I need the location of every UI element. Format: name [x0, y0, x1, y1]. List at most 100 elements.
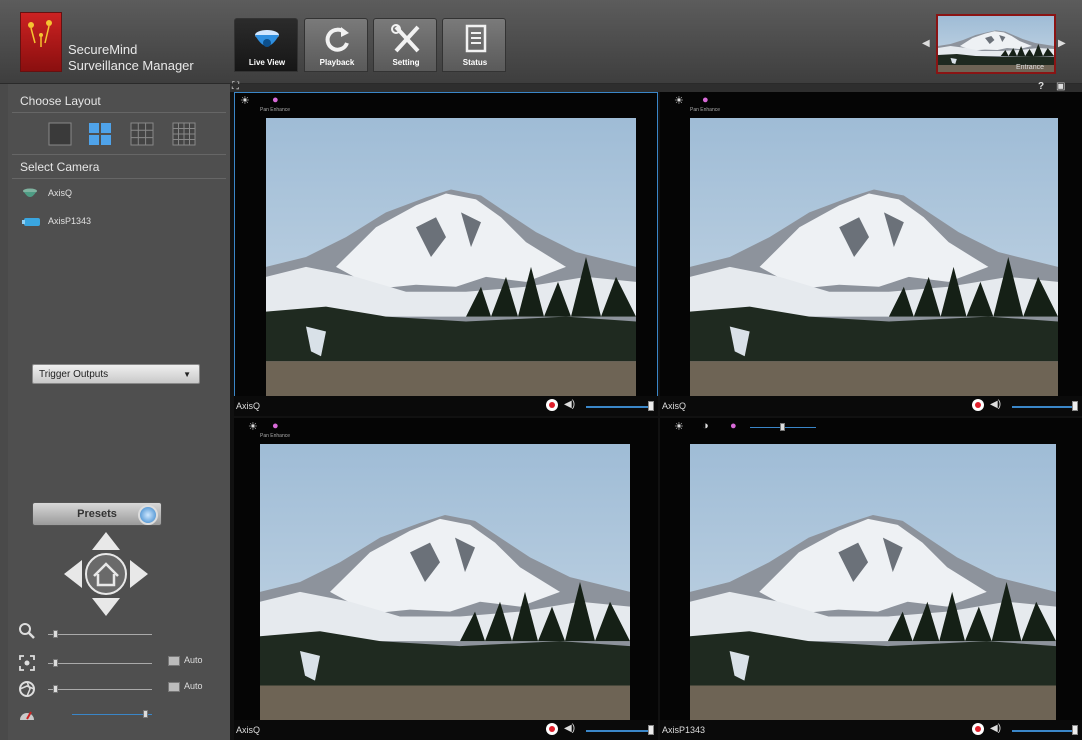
pane-status-bar: AxisQ ◀): [234, 720, 658, 740]
focus-slider-row: Auto: [18, 654, 218, 674]
video-pane-4[interactable]: ☀ ◑ ● AxisP1343 ◀): [660, 418, 1082, 740]
volume-slider-track[interactable]: [1012, 406, 1076, 408]
live-view-area: ⛶ ? ▣ ☀ ● Pan Enhance AxisQ ◀) ☀ ● Pan E…: [230, 81, 1082, 740]
layout-2x2-icon[interactable]: [88, 122, 112, 146]
focus-icon: [19, 655, 35, 671]
camera-label: AxisQ: [48, 188, 73, 198]
pane-tag: Pan Enhance: [690, 107, 721, 113]
focus-slider-thumb[interactable]: [52, 659, 58, 667]
video-pane-1[interactable]: ☀ ● Pan Enhance AxisQ ◀): [234, 92, 658, 416]
window-toggle-icon[interactable]: ▣: [1056, 81, 1065, 92]
volume-icon[interactable]: ◀): [564, 723, 575, 734]
iris-auto-label: Auto: [184, 681, 203, 691]
focus-auto-checkbox[interactable]: [168, 656, 180, 666]
brightness-icon[interactable]: ☀: [240, 94, 250, 107]
camera-heading: Select Camera: [20, 160, 100, 174]
speed-slider-thumb[interactable]: [143, 710, 149, 718]
layout-4x4-icon[interactable]: [172, 122, 196, 146]
pane-camera-name: AxisP1343: [662, 725, 706, 735]
divider: [12, 112, 226, 113]
volume-slider-thumb[interactable]: [648, 401, 654, 411]
trigger-select-value: Trigger Outputs: [39, 369, 109, 380]
focus-auto-label: Auto: [184, 655, 203, 665]
volume-slider-track[interactable]: [586, 730, 652, 732]
iris-slider-thumb[interactable]: [52, 685, 58, 693]
bullet-camera-icon: [22, 218, 40, 226]
color-icon[interactable]: ●: [272, 94, 279, 106]
right-arrow-icon[interactable]: [130, 560, 148, 588]
video-pane-2[interactable]: ☀ ● Pan Enhance AxisQ ◀): [660, 92, 1082, 416]
volume-slider-track[interactable]: [586, 406, 652, 408]
main-toolbar: ⛶ ? ▣: [230, 81, 1082, 92]
brand-logo: [20, 12, 62, 72]
left-arrow-icon[interactable]: ◀: [922, 38, 930, 49]
volume-icon[interactable]: ◀): [990, 399, 1001, 410]
tab-label: Playback: [319, 58, 355, 67]
help-icon[interactable]: ?: [1038, 81, 1044, 92]
speed-slider-row: [18, 706, 218, 726]
brightness-icon[interactable]: ☀: [674, 420, 684, 433]
left-arrow-icon[interactable]: [64, 560, 82, 588]
down-arrow-icon[interactable]: [92, 598, 120, 616]
pane-camera-name: AxisQ: [236, 725, 261, 735]
volume-slider-thumb[interactable]: [1072, 401, 1078, 411]
tab-status[interactable]: Status: [442, 18, 506, 72]
zoom-icon: [19, 623, 35, 639]
camera-item-axisp1343[interactable]: AxisP1343: [22, 216, 222, 230]
volume-slider-thumb[interactable]: [1072, 725, 1078, 735]
dome-camera-icon: [23, 188, 37, 197]
volume-icon[interactable]: ◀): [990, 723, 1001, 734]
video-pane-3[interactable]: ☀ ● Pan Enhance AxisQ ◀): [234, 418, 658, 740]
home-icon[interactable]: [85, 553, 127, 595]
chevron-down-icon: ▼: [183, 370, 191, 379]
speedometer-icon: [20, 711, 34, 720]
volume-slider-thumb[interactable]: [648, 725, 654, 735]
color-slider-thumb[interactable]: [780, 423, 785, 431]
camera-feed: [260, 444, 630, 720]
zoom-slider-thumb[interactable]: [52, 630, 58, 638]
record-icon[interactable]: [546, 723, 558, 735]
brightness-icon[interactable]: ☀: [248, 420, 258, 433]
color-icon[interactable]: ●: [272, 420, 279, 432]
zoom-slider-track[interactable]: [48, 634, 152, 635]
record-icon[interactable]: [972, 723, 984, 735]
volume-slider-track[interactable]: [1012, 730, 1076, 732]
layout-3x3-icon[interactable]: [130, 122, 154, 146]
pane-tag: Pan Enhance: [260, 107, 291, 113]
color-icon[interactable]: ●: [730, 420, 737, 432]
camera-item-axisq[interactable]: AxisQ: [22, 188, 222, 202]
volume-icon[interactable]: ◀): [564, 399, 575, 410]
trigger-outputs-select[interactable]: Trigger Outputs ▼: [32, 364, 200, 384]
speed-slider-track[interactable]: [72, 714, 152, 715]
camera-feed: [690, 444, 1056, 720]
layout-1x1-icon[interactable]: [48, 122, 72, 146]
tab-setting[interactable]: Setting: [373, 18, 437, 72]
preview-thumbnail[interactable]: Entrance: [936, 14, 1056, 74]
tab-live-view[interactable]: Live View: [234, 18, 298, 72]
iris-auto-checkbox[interactable]: [168, 682, 180, 692]
up-arrow-icon[interactable]: [92, 532, 120, 550]
camera-feed: [690, 118, 1058, 396]
presets-dropdown-icon[interactable]: [138, 505, 158, 525]
pane-status-bar: AxisQ ◀): [660, 396, 1082, 416]
iris-slider-track[interactable]: [48, 689, 152, 690]
brightness-icon[interactable]: ☀: [674, 94, 684, 107]
brand-name: SecureMind: [68, 42, 138, 57]
color-icon[interactable]: ●: [702, 94, 709, 106]
tab-playback[interactable]: Playback: [304, 18, 368, 72]
right-arrow-icon[interactable]: ▶: [1058, 38, 1066, 49]
iris-slider-row: Auto: [18, 680, 218, 700]
record-icon[interactable]: [546, 399, 558, 411]
divider: [12, 178, 226, 179]
preview-label: Entrance: [1015, 64, 1044, 71]
pane-tag: Pan Enhance: [260, 433, 291, 439]
focus-slider-track[interactable]: [48, 663, 152, 664]
pane-camera-name: AxisQ: [662, 401, 687, 411]
contrast-icon[interactable]: ◑: [702, 420, 709, 432]
preview-strip: ◀ Entrance ▶: [920, 12, 1070, 76]
zoom-slider-row: [18, 622, 218, 642]
fullscreen-icon[interactable]: ⛶: [232, 81, 239, 92]
layout-heading: Choose Layout: [20, 94, 101, 108]
ptz-control: [64, 532, 148, 616]
record-icon[interactable]: [972, 399, 984, 411]
